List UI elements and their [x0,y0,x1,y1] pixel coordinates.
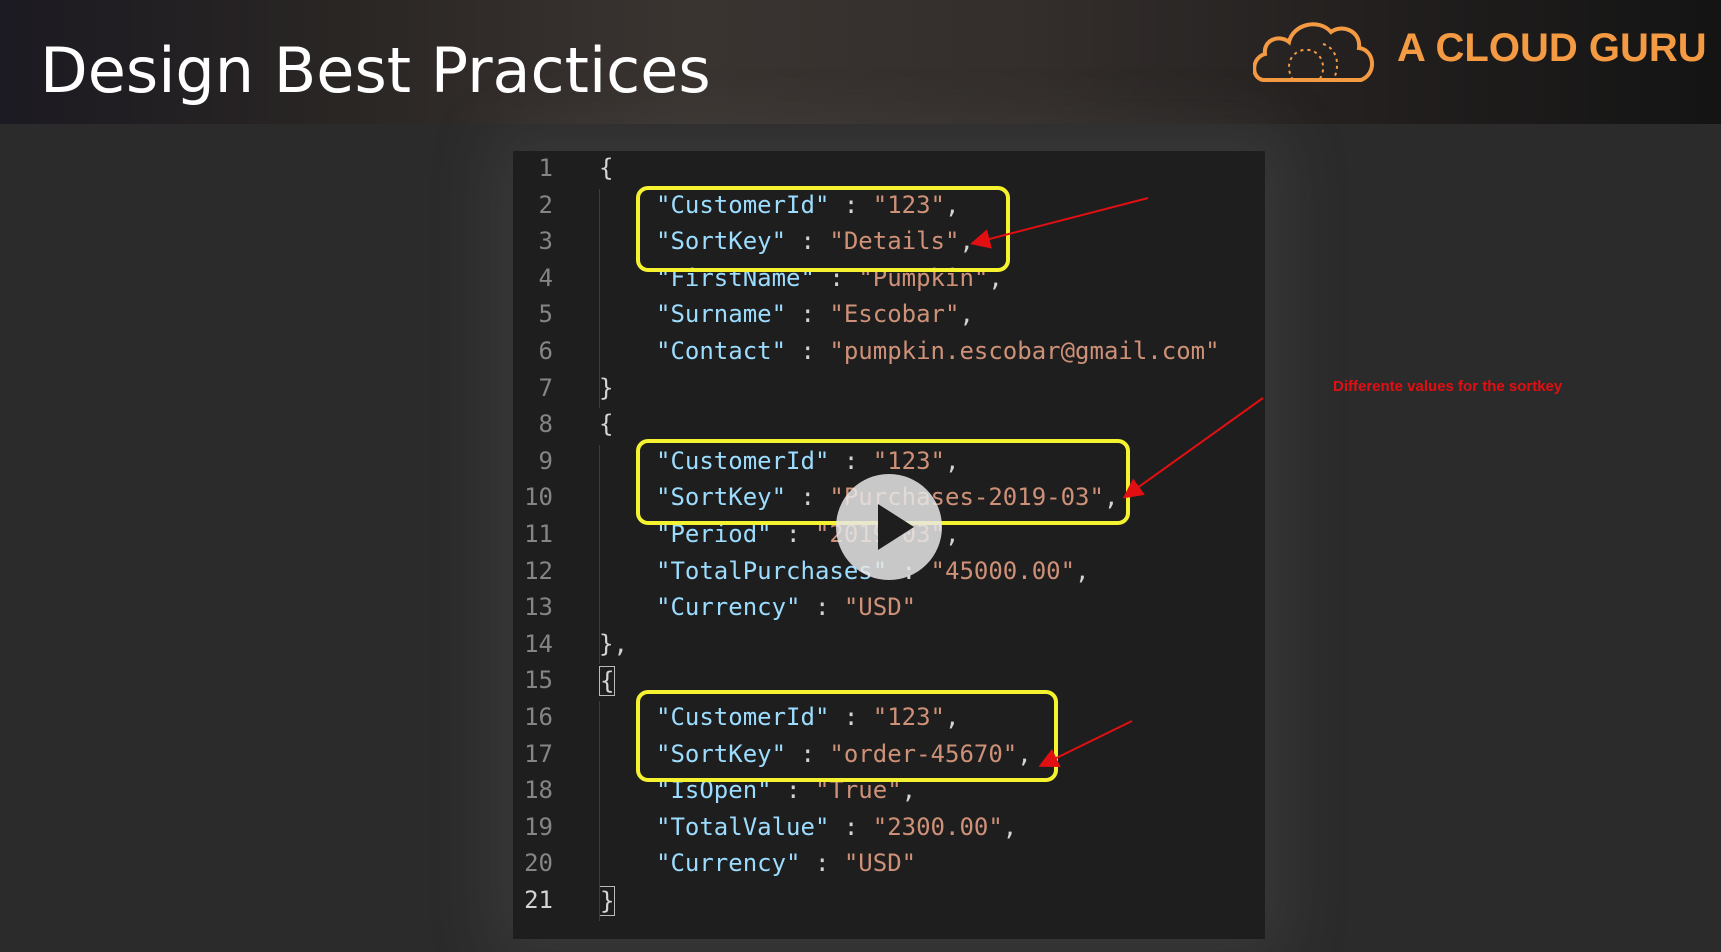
highlight-box-item-3 [636,690,1058,782]
json-brace: { [599,410,614,439]
line-content: } [599,886,616,916]
json-brace: { [599,666,616,697]
json-value: "USD" [843,593,917,622]
json-key: "TotalValue" [656,812,830,841]
annotation-text: Differente values for the sortkey [1333,378,1563,395]
json-value: "2300.00" [872,812,1003,841]
code-line: 1{ [513,152,1265,188]
line-number: 21 [524,886,553,914]
json-brace: }, [599,629,628,658]
json-brace: } [599,373,614,402]
json-comma: , [1002,812,1018,841]
code-line: 5 "Surname" : "Escobar", [513,298,1265,334]
cloud-logo-icon [1253,22,1374,82]
line-content: { [599,666,616,697]
line-content: "Contact" : "pumpkin.escobar@gmail.com" [656,337,1220,365]
code-line: 19 "TotalValue" : "2300.00", [513,811,1265,847]
json-separator: : [786,337,830,365]
line-content: { [599,154,613,182]
code-line: 21} [513,884,1265,920]
line-number: 3 [538,227,553,256]
json-key: "Surname" [656,300,787,329]
line-number: 5 [538,300,553,329]
line-number: 10 [524,483,553,512]
line-number: 14 [524,629,553,658]
line-number: 18 [524,776,553,805]
json-key: "Currency" [656,849,801,878]
code-line: 7} [513,372,1265,408]
code-line: 13 "Currency" : "USD" [513,591,1265,627]
highlight-box-item-1 [636,186,1010,272]
line-number: 8 [538,410,553,439]
indent-guide [599,444,600,665]
line-content: "Currency" : "USD" [656,593,916,621]
json-separator: : [786,300,830,329]
line-number: 19 [524,812,553,841]
json-comma: , [1075,556,1090,585]
line-number: 12 [524,556,553,585]
line-number: 16 [524,703,553,731]
play-icon [878,504,914,550]
line-content: "Currency" : "USD" [656,849,916,877]
json-key: "Currency" [656,593,801,622]
line-number: 2 [538,190,553,219]
json-value: "45000.00" [930,556,1076,585]
json-key: "Contact" [656,337,787,365]
json-value: "USD" [843,849,917,878]
line-number: 20 [524,849,553,878]
line-number: 11 [524,520,553,548]
line-content: "TotalValue" : "2300.00", [656,813,1017,841]
code-line: 20 "Currency" : "USD" [513,847,1265,883]
line-content: }, [599,630,628,658]
json-separator: : [800,593,844,622]
json-separator: : [800,849,844,878]
line-content: { [599,410,613,438]
line-number: 1 [538,154,553,182]
brand-name: A CLOUD GURU [1397,26,1707,70]
line-number: 6 [538,337,553,365]
line-number: 13 [524,593,553,622]
video-play-button[interactable] [836,474,942,580]
code-line: 6 "Contact" : "pumpkin.escobar@gmail.com" [513,335,1265,371]
code-line: 14}, [513,628,1265,664]
line-number: 15 [524,666,553,695]
indent-guide [599,701,600,921]
line-number: 4 [538,263,553,292]
line-content: } [599,374,613,402]
json-brace: } [599,886,616,916]
json-brace: { [599,154,614,182]
line-content: "Surname" : "Escobar", [656,300,974,328]
json-value: "pumpkin.escobar@gmail.com" [829,337,1220,365]
line-number: 17 [524,739,553,768]
slide-title: Design Best Practices [40,34,711,107]
line-number: 7 [538,373,553,402]
json-comma: , [959,300,974,329]
json-value: "Escobar" [829,300,960,329]
line-number: 9 [538,446,553,475]
json-separator: : [829,812,873,841]
indent-guide [599,188,600,409]
